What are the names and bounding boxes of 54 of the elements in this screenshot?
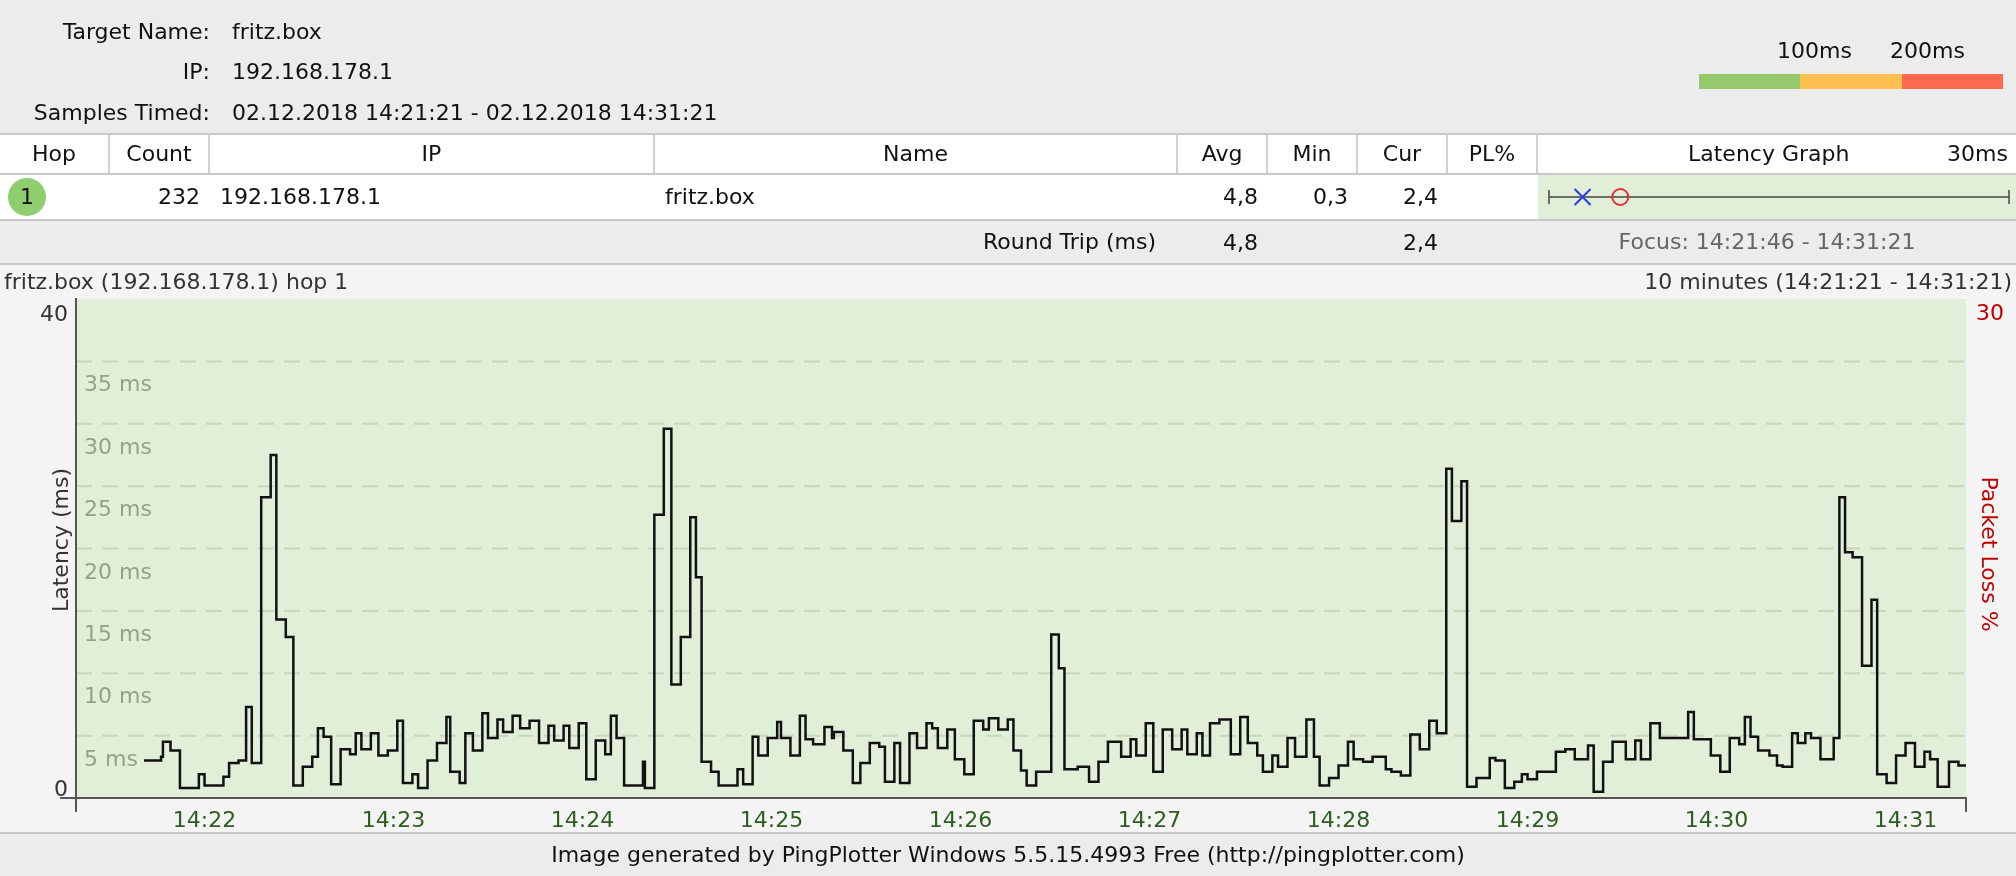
summary-label: Round Trip (ms) [982, 228, 1157, 256]
axis-tick-label: 14:27 [1117, 807, 1182, 832]
axis-tick-label: 14:30 [1684, 807, 1749, 832]
table-cell-text: 2,4 [1402, 183, 1439, 211]
column-header[interactable]: Min [1268, 135, 1358, 173]
axis-tick-label: 14:29 [1495, 807, 1560, 832]
axis-tick-label: 10 ms [84, 683, 152, 709]
axis-tick-label: 14:22 [172, 807, 237, 832]
field-value: 02.12.2018 14:21:21 - 02.12.2018 14:31:21 [232, 98, 718, 127]
field-value: fritz.box [232, 18, 323, 46]
table-cell-text: 192.168.178.1 [219, 183, 382, 211]
axis-title: Packet Loss % [1977, 476, 2002, 632]
column-header[interactable]: IP [210, 135, 655, 173]
table-cell-text: 4,8 [1222, 183, 1259, 211]
axis-tick-label: 30 ms [84, 433, 152, 459]
axis-tick-label: 14:24 [550, 807, 615, 832]
column-header[interactable]: Cur [1358, 135, 1448, 173]
column-header[interactable]: Count [110, 135, 210, 173]
column-header[interactable]: Name [655, 135, 1178, 173]
axis-tick-label: 5 ms [84, 745, 138, 771]
axis-tick-label: 25 ms [84, 496, 152, 522]
hop-badge: 1 [8, 178, 46, 216]
axis-tick-label: 14:25 [739, 807, 804, 832]
axis-tick-label: 14:28 [1306, 807, 1371, 832]
footer-text: Image generated by PingPlotter Windows 5.5.15.4993 Free (http://pingplotter.com) [0, 832, 2016, 876]
graph-scale-label: 30ms [1947, 140, 2008, 168]
axis-tick-label: 14:23 [361, 807, 426, 832]
column-header[interactable]: PL% [1448, 135, 1538, 173]
table-cell-text: 232 [157, 183, 201, 211]
field-label: Samples Timed: [32, 98, 210, 127]
axis-tick-label: 15 ms [84, 620, 152, 646]
field-label: IP: [181, 58, 210, 87]
summary-value: 4,8 [1222, 229, 1259, 257]
column-header[interactable]: Avg [1178, 135, 1268, 173]
focus-range: Focus: 14:21:46 - 14:31:21 [1617, 228, 1917, 256]
field-label: Target Name: [61, 18, 210, 46]
column-header[interactable]: Hop [0, 135, 110, 173]
table-cell-text: 0,3 [1312, 183, 1349, 211]
axis-end-label: 40 [40, 301, 68, 326]
axis-tick-label: 35 ms [84, 371, 152, 397]
axis-tick-label: 14:26 [928, 807, 993, 832]
axis-tick-label: 30 [1976, 300, 2004, 325]
axis-end-label: 0 [54, 776, 68, 801]
field-value: 192.168.178.1 [232, 58, 394, 87]
column-header: Latency Graph [1688, 140, 1850, 168]
scale-label: 100ms [1777, 37, 1852, 65]
chart-title: fritz.box (192.168.178.1) hop 1 [4, 268, 349, 296]
axis-title: Latency (ms) [48, 468, 73, 612]
summary-value: 2,4 [1402, 229, 1439, 257]
axis-tick-label: 14:31 [1873, 807, 1938, 832]
table-cell-text: fritz.box [664, 183, 756, 211]
scale-label: 200ms [1890, 37, 1965, 65]
axis-tick-label: 20 ms [84, 558, 152, 584]
time-range: 10 minutes (14:21:21 - 14:31:21) [1644, 268, 2012, 296]
